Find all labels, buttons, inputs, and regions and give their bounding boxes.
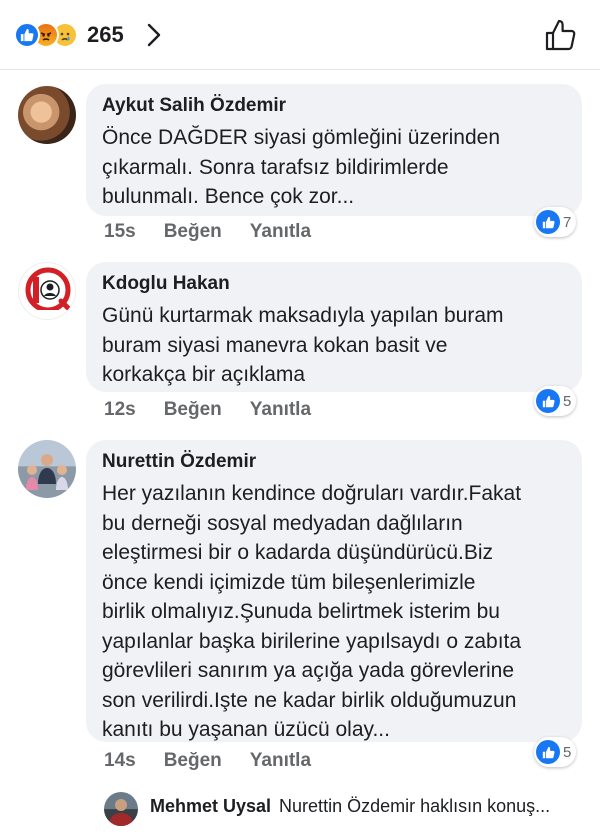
comment-like-count[interactable]: 5 xyxy=(534,386,577,416)
comment-author[interactable]: Aykut Salih Özdemir xyxy=(102,92,566,120)
reactions-summary[interactable]: 265 xyxy=(14,20,124,50)
chevron-right-icon[interactable] xyxy=(146,22,162,48)
comment-time: 14s xyxy=(104,750,136,771)
like-reaction-icon xyxy=(14,22,40,48)
reaction-count: 265 xyxy=(87,22,124,47)
comment-actions: 14s Beğen Yanıtla xyxy=(104,750,339,772)
like-reaction-icon xyxy=(536,210,560,234)
reply-button[interactable]: Yanıtla xyxy=(250,221,311,243)
reply-avatar[interactable] xyxy=(104,792,138,826)
like-reaction-icon xyxy=(536,740,560,764)
comment-text: Önce DAĞDER siyasi gömleğini üzerinden ç… xyxy=(102,126,501,208)
reply-button[interactable]: Yanıtla xyxy=(250,399,311,421)
like-count: 5 xyxy=(563,392,572,410)
avatar[interactable] xyxy=(18,440,76,498)
like-button[interactable]: Beğen xyxy=(164,399,222,421)
comment-text: Günü kurtarmak maksadıyla yapılan buram … xyxy=(102,304,504,386)
comment-like-count[interactable]: 7 xyxy=(534,207,577,237)
comment-author[interactable]: Kdoglu Hakan xyxy=(102,270,566,298)
people-photo-icon xyxy=(26,454,68,490)
reply-button[interactable]: Yanıtla xyxy=(250,750,311,772)
comment-bubble: Kdoglu Hakan Günü kurtarmak maksadıyla y… xyxy=(86,262,582,392)
comment-bubble: Nurettin Özdemir Her yazılanın kendince … xyxy=(86,440,582,742)
like-reaction-icon xyxy=(536,389,560,413)
comment-like-count[interactable]: 5 xyxy=(534,737,577,767)
like-thumb-icon[interactable] xyxy=(544,18,578,52)
logo-avatar-icon xyxy=(25,267,72,314)
like-button[interactable]: Beğen xyxy=(164,750,222,772)
comment-time: 15s xyxy=(104,221,136,242)
comment-time: 12s xyxy=(104,399,136,420)
comment-author[interactable]: Nurettin Özdemir xyxy=(102,448,566,476)
reply-author[interactable]: Mehmet Uysal xyxy=(150,796,271,817)
comment-text: Her yazılanın kendince doğruları vardır.… xyxy=(102,482,522,741)
avatar[interactable] xyxy=(18,262,76,320)
comment-actions: 12s Beğen Yanıtla xyxy=(104,399,339,421)
person-photo-icon xyxy=(109,799,133,826)
reply-preview[interactable]: Mehmet Uysal Nurettin Özdemir haklısın k… xyxy=(150,796,580,817)
comment-bubble: Aykut Salih Özdemir Önce DAĞDER siyasi g… xyxy=(86,84,582,216)
reactions-header: 265 xyxy=(0,0,600,70)
comment-actions: 15s Beğen Yanıtla xyxy=(104,221,339,243)
avatar[interactable] xyxy=(18,86,76,144)
reply-text: Nurettin Özdemir haklısın konuş... xyxy=(279,796,551,816)
like-count: 5 xyxy=(563,743,572,761)
like-count: 7 xyxy=(563,213,572,231)
like-button[interactable]: Beğen xyxy=(164,221,222,243)
